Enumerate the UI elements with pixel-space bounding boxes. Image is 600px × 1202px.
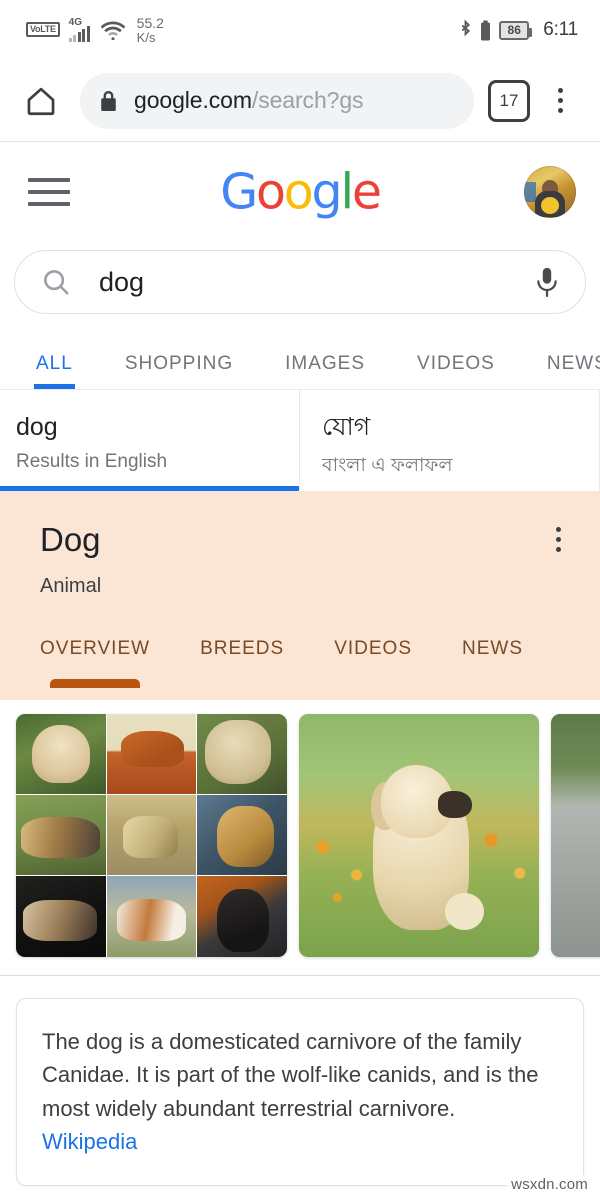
- tab-all[interactable]: ALL: [34, 353, 75, 389]
- home-icon[interactable]: [18, 78, 64, 124]
- tab-news[interactable]: NEWS: [547, 353, 600, 389]
- network-speed-value: 55.2: [136, 14, 164, 31]
- knowledge-panel: Dog Animal OVERVIEW BREEDS VIDEOS NEWS: [0, 491, 600, 700]
- image-carousel[interactable]: [0, 699, 600, 976]
- knowledge-panel-subtitle: Animal: [40, 574, 102, 597]
- phone-screen: VoLTE 4G 55.2 K/s 86 6:11 google.com/sea…: [0, 0, 600, 1202]
- dog-path-image: [551, 713, 600, 957]
- knowledge-panel-titles: Dog Animal: [40, 521, 540, 598]
- search-input[interactable]: [99, 266, 533, 298]
- tab-videos[interactable]: VIDEOS: [417, 353, 495, 389]
- battery-icon: [480, 20, 491, 41]
- network-speed-unit: K/s: [136, 29, 156, 45]
- logo-letter-o2: o: [283, 163, 314, 221]
- knowledge-panel-overflow-menu-icon[interactable]: [540, 523, 576, 563]
- collage-cell: [16, 794, 106, 876]
- wikipedia-link[interactable]: Wikipedia: [42, 1129, 558, 1155]
- knowledge-panel-header: Dog Animal: [0, 521, 600, 598]
- overflow-menu-icon[interactable]: [540, 79, 580, 123]
- account-avatar[interactable]: [524, 166, 576, 218]
- status-bar-right: 86 6:11: [459, 19, 578, 41]
- language-selector: dog Results in English যোগ বাংলা এ ফলাফল: [0, 390, 600, 491]
- lock-icon: [100, 90, 117, 111]
- logo-letter-g2: g: [311, 163, 343, 221]
- dog-on-path-photo[interactable]: [551, 713, 600, 957]
- kp-tab-videos[interactable]: VIDEOS: [334, 638, 412, 688]
- address-bar[interactable]: google.com/search?gs: [80, 72, 474, 129]
- language-card-english[interactable]: dog Results in English: [0, 390, 300, 491]
- status-bar: VoLTE 4G 55.2 K/s 86 6:11: [0, 0, 600, 60]
- knowledge-panel-tabs: OVERVIEW BREEDS VIDEOS NEWS: [0, 638, 600, 700]
- hamburger-menu-icon[interactable]: [28, 178, 70, 206]
- microphone-icon[interactable]: [533, 266, 561, 298]
- status-bar-clock: 6:11: [543, 19, 578, 40]
- signal-bars-icon: 4G: [68, 16, 90, 42]
- watermark: wsxdn.com: [507, 1175, 592, 1194]
- bluetooth-icon: [459, 19, 472, 41]
- volte-badge: VoLTE: [26, 22, 60, 38]
- kp-tab-breeds[interactable]: BREEDS: [200, 638, 284, 688]
- collage-cell: [106, 713, 197, 794]
- tab-shopping[interactable]: SHOPPING: [125, 353, 233, 389]
- collage-cell: [16, 713, 106, 794]
- url-path: /search?gs: [251, 87, 364, 113]
- google-header: Google: [0, 142, 600, 242]
- google-logo[interactable]: Google: [220, 163, 382, 221]
- language-card-bangla[interactable]: যোগ বাংলা এ ফলাফল: [300, 390, 600, 491]
- collage-cell: [197, 876, 287, 957]
- dog-breeds-collage[interactable]: [16, 713, 287, 957]
- wifi-icon: [100, 20, 126, 41]
- network-type-label: 4G: [68, 16, 83, 28]
- search-area: [0, 242, 600, 314]
- tab-switcher-button[interactable]: 17: [488, 79, 530, 122]
- collage-cell: [106, 876, 197, 957]
- description-area: The dog is a domesticated carnivore of t…: [0, 975, 600, 1186]
- tab-images[interactable]: IMAGES: [285, 353, 365, 389]
- collage-cell: [197, 713, 287, 794]
- logo-letter-g1: G: [220, 163, 258, 221]
- collage-cell: [197, 794, 287, 876]
- collage-cell: [16, 876, 106, 957]
- search-icon: [41, 267, 71, 297]
- collage-grid: [16, 713, 287, 957]
- search-result-tabs: ALL SHOPPING IMAGES VIDEOS NEWS: [0, 334, 600, 390]
- language-card-subtitle: বাংলা এ ফলাফল: [322, 454, 453, 476]
- golden-retriever-puppy-photo[interactable]: [299, 713, 539, 957]
- search-box[interactable]: [14, 250, 586, 314]
- kp-tab-overview[interactable]: OVERVIEW: [40, 638, 150, 688]
- logo-letter-o1: o: [255, 163, 286, 221]
- language-card-title: dog: [16, 413, 58, 441]
- description-card: The dog is a domesticated carnivore of t…: [16, 997, 584, 1186]
- url-text: google.com/search?gs: [134, 87, 363, 114]
- url-host: google.com: [134, 87, 252, 113]
- language-card-title: যোগ: [322, 413, 371, 441]
- puppy-image: [299, 713, 539, 957]
- logo-letter-l: l: [340, 163, 354, 221]
- browser-toolbar: google.com/search?gs 17: [0, 60, 600, 142]
- signal-bars-glyph: [68, 25, 90, 42]
- status-bar-left: VoLTE 4G 55.2 K/s: [26, 16, 164, 44]
- page-title: Dog: [40, 521, 101, 558]
- language-card-subtitle: Results in English: [16, 450, 168, 472]
- logo-letter-e: e: [351, 163, 382, 221]
- collage-cell: [106, 794, 197, 876]
- kp-tab-news[interactable]: NEWS: [462, 638, 523, 688]
- network-speed: 55.2 K/s: [137, 16, 164, 44]
- description-text: The dog is a domesticated carnivore of t…: [42, 1028, 539, 1121]
- battery-percent-badge: 86: [499, 20, 533, 40]
